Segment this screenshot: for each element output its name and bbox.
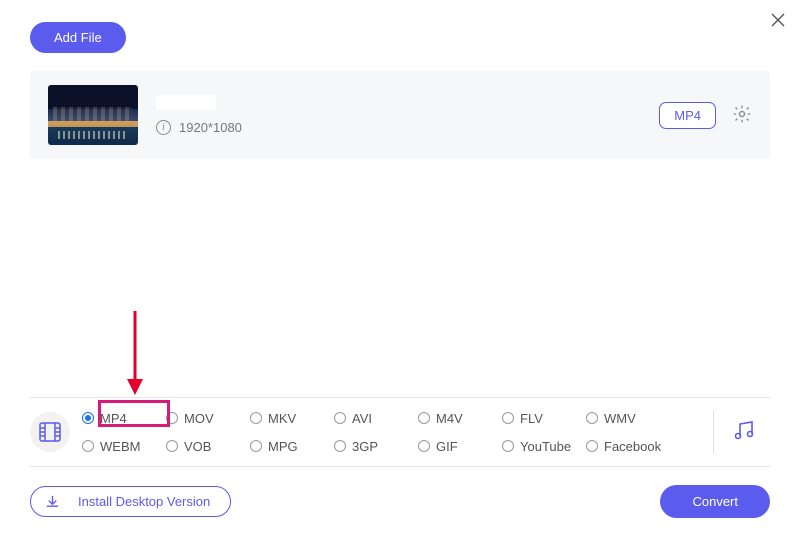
radio-icon	[334, 440, 346, 452]
info-icon[interactable]: i	[156, 120, 171, 135]
radio-icon	[250, 440, 262, 452]
format-option-flv[interactable]: FLV	[502, 411, 582, 426]
video-thumbnail[interactable]	[48, 85, 138, 145]
format-label: Facebook	[604, 439, 661, 454]
radio-icon	[586, 440, 598, 452]
format-label: WMV	[604, 411, 636, 426]
format-option-m4v[interactable]: M4V	[418, 411, 498, 426]
video-category-icon[interactable]	[30, 412, 70, 452]
format-option-facebook[interactable]: Facebook	[586, 439, 666, 454]
radio-icon	[502, 440, 514, 452]
resolution-text: 1920*1080	[179, 120, 242, 135]
format-label: 3GP	[352, 439, 378, 454]
file-name-placeholder	[156, 95, 216, 110]
download-icon	[45, 494, 60, 509]
radio-icon	[502, 412, 514, 424]
format-option-mkv[interactable]: MKV	[250, 411, 330, 426]
resolution-row: i 1920*1080	[156, 120, 242, 135]
radio-icon	[166, 412, 178, 424]
format-option-3gp[interactable]: 3GP	[334, 439, 414, 454]
format-label: MOV	[184, 411, 214, 426]
format-label: GIF	[436, 439, 458, 454]
divider	[713, 410, 714, 454]
format-option-gif[interactable]: GIF	[418, 439, 498, 454]
music-icon	[732, 418, 756, 442]
gear-icon	[732, 104, 752, 124]
format-label: WEBM	[100, 439, 140, 454]
radio-icon	[418, 412, 430, 424]
radio-icon	[334, 412, 346, 424]
convert-button[interactable]: Convert	[660, 485, 770, 518]
format-grid: MP4 MOV MKV AVI M4V FLV WMV WEBM VOB MPG 3GP GIF You…	[82, 406, 666, 458]
format-label: MP4	[100, 411, 127, 426]
format-option-youtube[interactable]: YouTube	[502, 439, 582, 454]
format-panel: MP4 MOV MKV AVI M4V FLV WMV WEBM VOB MPG 3GP GIF You…	[30, 397, 770, 467]
format-label: YouTube	[520, 439, 571, 454]
format-option-avi[interactable]: AVI	[334, 411, 414, 426]
file-item: i 1920*1080 MP4	[30, 71, 770, 159]
format-option-mpg[interactable]: MPG	[250, 439, 330, 454]
install-label: Install Desktop Version	[78, 494, 210, 509]
radio-icon	[418, 440, 430, 452]
format-label: MPG	[268, 439, 298, 454]
format-option-mov[interactable]: MOV	[166, 411, 246, 426]
install-desktop-button[interactable]: Install Desktop Version	[30, 486, 231, 517]
radio-icon	[250, 412, 262, 424]
format-label: FLV	[520, 411, 543, 426]
close-button[interactable]	[770, 10, 786, 32]
radio-icon	[82, 440, 94, 452]
add-file-button[interactable]: Add File	[30, 22, 126, 53]
format-option-mp4[interactable]: MP4	[82, 411, 162, 426]
format-label: MKV	[268, 411, 296, 426]
format-label: AVI	[352, 411, 372, 426]
radio-icon	[166, 440, 178, 452]
arrow-annotation	[125, 309, 145, 397]
settings-button[interactable]	[732, 104, 752, 127]
format-option-wmv[interactable]: WMV	[586, 411, 666, 426]
audio-category-button[interactable]	[726, 418, 770, 447]
format-label: VOB	[184, 439, 211, 454]
bottom-bar: Install Desktop Version Convert	[30, 485, 770, 518]
film-icon	[39, 422, 61, 442]
format-label: M4V	[436, 411, 463, 426]
radio-icon	[586, 412, 598, 424]
radio-icon	[82, 412, 94, 424]
output-format-button[interactable]: MP4	[659, 102, 716, 129]
close-icon	[770, 12, 786, 28]
file-meta: i 1920*1080	[156, 95, 242, 135]
format-option-vob[interactable]: VOB	[166, 439, 246, 454]
format-option-webm[interactable]: WEBM	[82, 439, 162, 454]
